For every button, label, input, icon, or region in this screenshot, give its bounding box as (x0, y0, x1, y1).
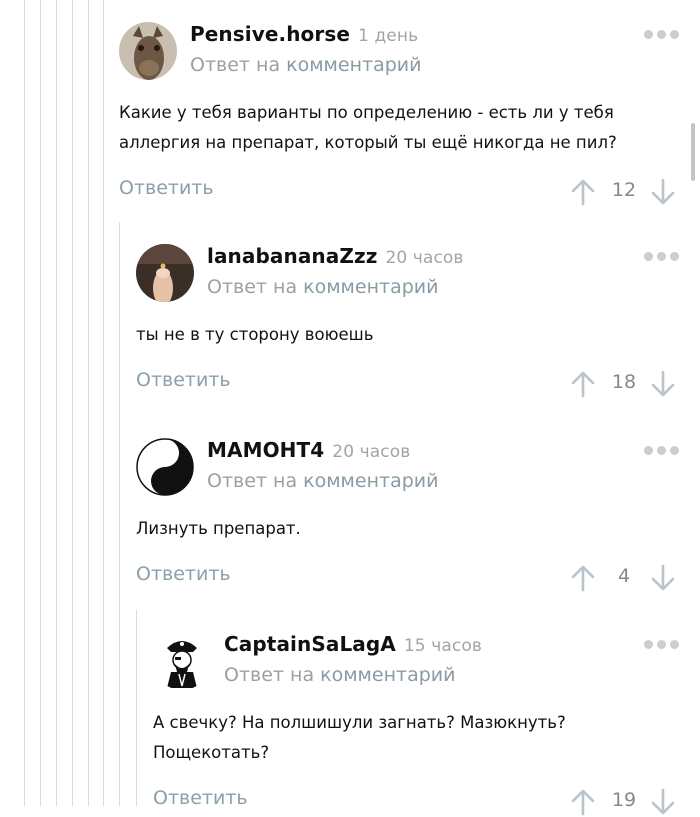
thread-line (136, 610, 137, 806)
comment-text: Какие у тебя варианты по определению - е… (119, 103, 617, 152)
reply-to: Ответ на комментарий (207, 470, 439, 492)
yin-yang-avatar[interactable] (136, 438, 194, 496)
comment-text: А свечку? На полшишули загнать? Мазюкнут… (153, 713, 566, 762)
username[interactable]: МАМОНТ4 20 часов (207, 438, 410, 462)
rating-value: 12 (611, 179, 637, 201)
reply-button[interactable]: Ответить (136, 369, 231, 391)
reply-to: Ответ на комментарий (207, 276, 439, 298)
comment: МАМОНТ4 20 часов Ответ на комментарий Лиз… (136, 438, 680, 593)
more-dots-icon[interactable] (644, 640, 680, 650)
parent-comment-link[interactable]: комментарий (303, 470, 438, 492)
comment-time: 15 часов (403, 636, 482, 656)
arrow-up-icon[interactable] (569, 369, 597, 399)
comment: Pensive.horse 1 день Ответ на комментарий… (119, 22, 680, 207)
thread-line (88, 0, 89, 806)
rating-value: 19 (611, 789, 637, 811)
thread-line (40, 0, 41, 806)
comment: CaptainSaLagA 15 часов Ответ на комментар… (153, 632, 680, 817)
comment-text: Лизнуть препарат. (136, 519, 301, 538)
comment: lanabananaZzz 20 часов Ответ на комментар… (136, 244, 680, 399)
thread-line (119, 222, 120, 806)
more-dots-icon[interactable] (644, 446, 680, 456)
pirate-avatar[interactable] (153, 632, 211, 690)
thread-line (103, 0, 104, 806)
finger-avatar[interactable] (136, 244, 194, 302)
scrollbar[interactable] (691, 123, 695, 181)
parent-comment-link[interactable]: комментарий (303, 276, 438, 298)
username[interactable]: lanabananaZzz 20 часов (207, 244, 464, 268)
thread-line (56, 0, 57, 806)
comment-time: 1 день (358, 26, 419, 46)
more-dots-icon[interactable] (644, 30, 680, 40)
more-dots-icon[interactable] (644, 252, 680, 262)
thread-line (72, 0, 73, 806)
username[interactable]: Pensive.horse 1 день (190, 22, 418, 46)
arrow-down-icon[interactable] (649, 563, 677, 593)
rating-value: 4 (617, 565, 631, 587)
comment-time: 20 часов (385, 248, 464, 268)
arrow-down-icon[interactable] (649, 369, 677, 399)
thread-line (24, 0, 25, 806)
reply-to: Ответ на комментарий (190, 54, 422, 76)
reply-button[interactable]: Ответить (119, 177, 214, 199)
arrow-up-icon[interactable] (569, 177, 597, 207)
reply-button[interactable]: Ответить (136, 563, 231, 585)
arrow-up-icon[interactable] (569, 787, 597, 817)
horse-avatar[interactable] (119, 22, 177, 80)
parent-comment-link[interactable]: комментарий (320, 664, 455, 686)
reply-to: Ответ на комментарий (224, 664, 456, 686)
arrow-down-icon[interactable] (649, 177, 677, 207)
rating-value: 18 (611, 371, 637, 393)
arrow-down-icon[interactable] (649, 787, 677, 817)
comment-time: 20 часов (332, 442, 411, 462)
comment-text: ты не в ту сторону воюешь (136, 325, 374, 344)
username[interactable]: CaptainSaLagA 15 часов (224, 632, 482, 656)
arrow-up-icon[interactable] (569, 563, 597, 593)
parent-comment-link[interactable]: комментарий (286, 54, 421, 76)
